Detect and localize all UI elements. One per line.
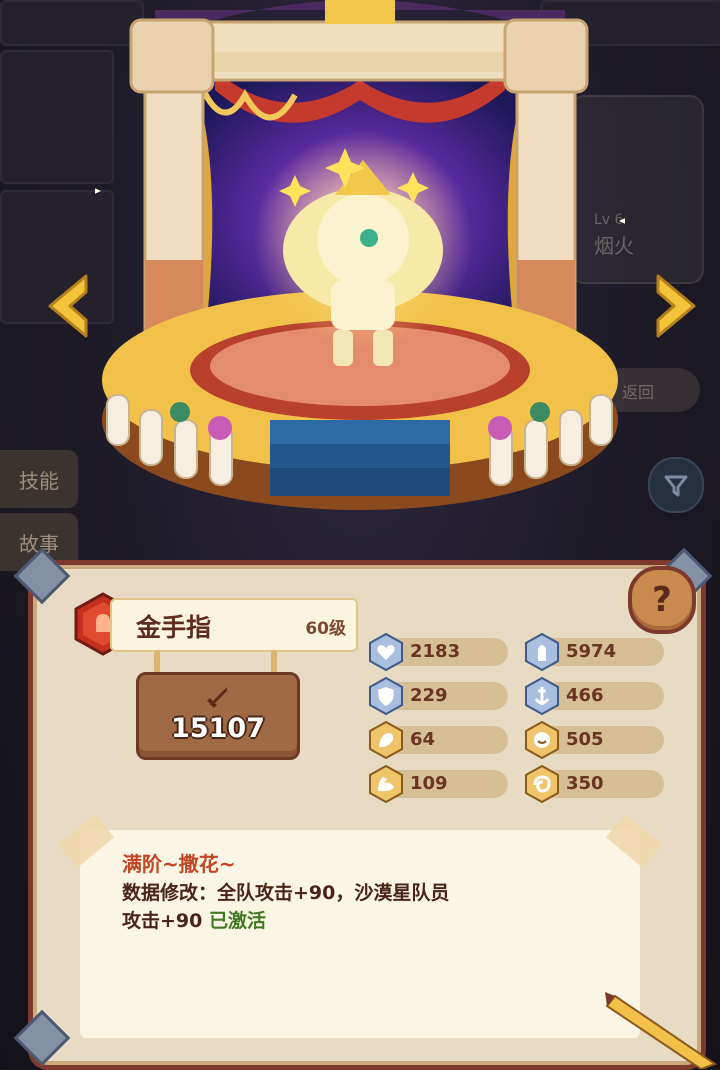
muscle-icon xyxy=(369,765,403,803)
shield-icon xyxy=(369,677,403,715)
description-line-2: 攻击+90 已激活 xyxy=(122,906,266,933)
sword-icon xyxy=(207,687,227,708)
power-value: 15107 xyxy=(171,713,265,744)
sign-rope xyxy=(154,650,160,674)
filter-button[interactable] xyxy=(648,457,704,513)
tab-skill[interactable]: 技能 xyxy=(0,450,78,508)
stat-sub-1: 64 xyxy=(368,721,508,759)
attack-icon xyxy=(525,633,559,671)
heart-icon xyxy=(369,633,403,671)
cookie-stage-illustration xyxy=(95,0,625,510)
help-icon: ? xyxy=(652,580,672,620)
next-cookie-arrow[interactable] xyxy=(650,270,702,342)
filter-icon xyxy=(664,475,688,497)
description-line-2-text: 攻击+90 xyxy=(122,910,209,932)
cookie-name: 金手指 xyxy=(136,613,212,642)
description-title: 满阶~撒花~ xyxy=(122,852,236,876)
stat-attack: 5974 xyxy=(524,633,664,671)
stat-health: 2183 xyxy=(368,633,508,671)
class-icon xyxy=(96,614,110,632)
help-button[interactable]: ? xyxy=(628,566,696,634)
anchor-icon xyxy=(525,677,559,715)
stat-crit: 466 xyxy=(524,677,664,715)
stat-defense: 229 xyxy=(368,677,508,715)
smile-icon xyxy=(525,721,559,759)
stat-sub-3: 109 xyxy=(368,765,508,803)
power-sign: 15107 xyxy=(136,672,300,760)
previous-cookie-arrow[interactable] xyxy=(42,270,94,342)
sign-rope xyxy=(271,650,277,674)
pencil-icon xyxy=(605,992,718,1069)
stat-sub-4: 350 xyxy=(524,765,664,803)
cookie-level: 60级 xyxy=(305,619,346,639)
stat-sub-2: 505 xyxy=(524,721,664,759)
cookie-name-plate: 金手指 60级 xyxy=(110,598,358,652)
activated-status: 已激活 xyxy=(208,910,266,932)
description-line-1: 数据修改：全队攻击+90，沙漠星队员 xyxy=(122,882,450,904)
buff-icon xyxy=(369,721,403,759)
swirl-icon xyxy=(525,765,559,803)
topping-description-note: 满阶~撒花~ 数据修改：全队攻击+90，沙漠星队员 攻击+90 已激活 xyxy=(57,814,663,1038)
